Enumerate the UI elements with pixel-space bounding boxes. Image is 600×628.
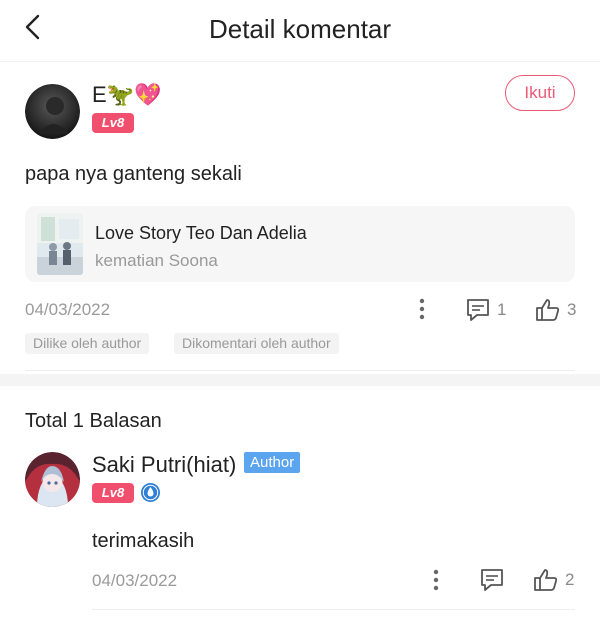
- section-separator: [0, 374, 600, 386]
- reply-button[interactable]: 1: [465, 297, 515, 323]
- book-cover: [37, 213, 83, 275]
- reply-more-vertical-icon[interactable]: [428, 568, 444, 592]
- book-card[interactable]: Love Story Teo Dan Adelia kematian Soona: [25, 206, 575, 282]
- reply-user-name[interactable]: Saki Putri(hiat): [92, 452, 236, 478]
- user-name[interactable]: E🦖💖: [92, 82, 161, 108]
- avatar[interactable]: [25, 84, 80, 139]
- reply-like-button[interactable]: 2: [533, 567, 578, 593]
- reply-like-count: 2: [565, 570, 575, 589]
- tag-commented-by-author: Dikomentari oleh author: [174, 333, 339, 354]
- reply-count: 1: [497, 300, 507, 319]
- thumbs-up-icon: [534, 569, 558, 591]
- reply-comment-button[interactable]: [479, 567, 507, 593]
- thumbs-up-icon: [536, 299, 560, 321]
- book-chapter: kematian Soona: [95, 251, 218, 270]
- comment-date: 04/03/2022: [25, 300, 111, 319]
- reply-level-badge: Lv8: [92, 483, 134, 503]
- divider: [92, 609, 575, 610]
- page-title: Detail komentar: [208, 14, 392, 44]
- like-button[interactable]: 3: [535, 297, 580, 323]
- comment-icon: [481, 569, 503, 591]
- tag-liked-by-author: Dilike oleh author: [25, 333, 150, 354]
- follow-button[interactable]: Ikuti: [505, 75, 575, 111]
- reply-text: terimakasih: [92, 530, 195, 552]
- like-count: 3: [567, 300, 577, 319]
- book-title: Love Story Teo Dan Adelia: [95, 223, 307, 243]
- divider: [25, 370, 575, 371]
- reply-avatar[interactable]: [25, 452, 80, 507]
- more-vertical-icon[interactable]: [414, 297, 430, 321]
- verified-icon: [140, 482, 161, 503]
- level-badge: Lv8: [92, 113, 134, 133]
- reply-date: 04/03/2022: [92, 571, 178, 590]
- comment-text: papa nya ganteng sekali: [25, 163, 242, 185]
- top-bar: Detail komentar: [0, 0, 600, 62]
- author-badge: Author: [244, 452, 301, 473]
- comment-icon: [467, 299, 489, 321]
- replies-total: Total 1 Balasan: [25, 410, 162, 432]
